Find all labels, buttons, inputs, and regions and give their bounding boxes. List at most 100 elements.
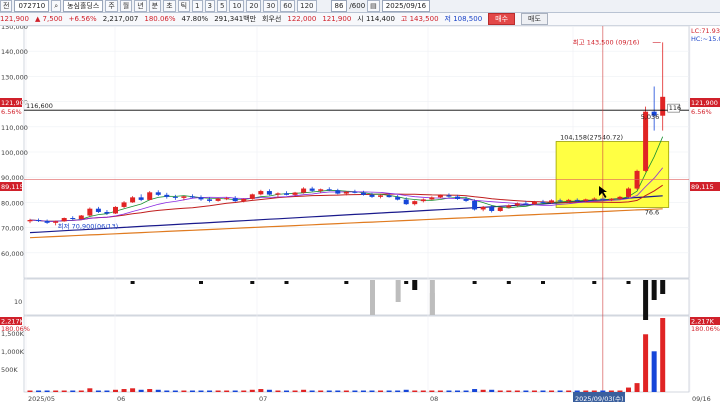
- interval-1-tab[interactable]: 1: [192, 0, 203, 12]
- count-field[interactable]: 86: [330, 0, 348, 12]
- time-tick-label: 08: [430, 395, 438, 403]
- price-tick-label: 90,000: [1, 174, 24, 182]
- period-year-tab[interactable]: 년: [134, 0, 147, 12]
- volume-bar: [583, 390, 589, 392]
- indicator-mark: [592, 281, 597, 284]
- volume-bar: [121, 389, 127, 392]
- price-tick-label: 130,000: [1, 73, 28, 81]
- volume-bar: [232, 390, 238, 392]
- period-tick-tab[interactable]: 틱: [177, 0, 191, 12]
- volume-bar: [369, 390, 375, 392]
- interval-20-tab[interactable]: 20: [246, 0, 262, 12]
- time-tick-label: 06: [117, 395, 125, 403]
- indicator-bar: [660, 280, 666, 294]
- stock-code-field[interactable]: 072710: [14, 0, 50, 12]
- volume-bar: [266, 389, 272, 392]
- candle-body: [189, 196, 195, 198]
- indicator-bar: [429, 293, 435, 315]
- candle-body: [608, 198, 614, 201]
- candle-body: [44, 221, 50, 223]
- candle-body: [395, 197, 401, 200]
- indicator-mark: [199, 281, 203, 284]
- volume-bar: [531, 390, 537, 392]
- price-tick-label: 150,000: [1, 26, 28, 31]
- buy-button[interactable]: 매수: [488, 13, 516, 25]
- time-axis: 2025/05 06 07 08 2025/09/03(수) 09/16: [28, 392, 711, 403]
- candle-body: [514, 203, 520, 206]
- date-field[interactable]: 2025/09/16: [381, 0, 431, 12]
- search-icon[interactable]: ⌕: [51, 0, 62, 12]
- candle-body: [27, 220, 33, 222]
- low-label: 저 108,500: [444, 15, 483, 23]
- volume-bar: [437, 390, 443, 392]
- volume-bar: [198, 390, 204, 392]
- box-label: 104,158(27540.72): [560, 134, 623, 142]
- candle-body: [523, 203, 529, 205]
- candle-body: [446, 195, 452, 197]
- volume-bar: [489, 389, 495, 392]
- volume-bar: [104, 390, 110, 392]
- candle-body: [583, 199, 589, 201]
- period-month-tab[interactable]: 월: [119, 0, 133, 12]
- candle-body: [549, 200, 555, 203]
- interval-120-tab[interactable]: 120: [297, 0, 317, 12]
- candle-body: [164, 194, 170, 197]
- interval-5-tab[interactable]: 5: [216, 0, 228, 12]
- volume-bar: [207, 390, 213, 392]
- period-second-tab[interactable]: 초: [163, 0, 176, 12]
- volume-bar: [360, 390, 366, 392]
- sell-button[interactable]: 매도: [521, 13, 548, 25]
- indicator-bar: [412, 280, 418, 290]
- volume-bar: [113, 389, 118, 392]
- bid-value: 121,900: [322, 15, 352, 23]
- interval-3-tab[interactable]: 3: [204, 0, 215, 12]
- volume-bar: [53, 390, 59, 392]
- volume-bar: [420, 390, 426, 392]
- indicator-mark: [541, 281, 545, 284]
- candle-body: [121, 202, 127, 207]
- price-tick-label: 100,000: [1, 149, 28, 157]
- menu-button[interactable]: 전: [0, 0, 13, 12]
- candle-body: [403, 199, 409, 205]
- calendar-icon[interactable]: ▤: [367, 0, 380, 12]
- indicator-mark: [506, 281, 511, 284]
- period-minute-tab[interactable]: 분: [148, 0, 162, 12]
- price-tick-label: 60,000: [1, 250, 24, 258]
- low-annotation: 최저 70,900(06/13): [58, 221, 119, 230]
- volume-bar: [95, 390, 101, 392]
- indicator-bar: [643, 280, 649, 320]
- candle-body: [489, 206, 495, 211]
- indicator-mark: [130, 281, 135, 284]
- interval-30-tab[interactable]: 30: [263, 0, 279, 12]
- volume-bar: [386, 390, 392, 392]
- volume-bar: [326, 390, 332, 392]
- highlight-box[interactable]: [555, 141, 670, 208]
- candle-body: [207, 199, 213, 201]
- interval-60-tab[interactable]: 60: [280, 0, 296, 12]
- toolbar: 전 072710 ⌕ 농심홀딩스 주 월 년 분 초 틱 1 3 5 10 20…: [0, 0, 720, 13]
- volume-bar: [249, 389, 255, 392]
- prev-label: 회우선: [262, 15, 282, 23]
- volume-bar: [70, 390, 76, 392]
- stock-name-field[interactable]: 농심홀딩스: [63, 0, 104, 12]
- candle-body: [258, 191, 264, 195]
- price-change-pct: +6.56%: [68, 15, 97, 23]
- price-chart[interactable]: 150,000140,000130,000120,000110,000100,0…: [0, 26, 720, 404]
- volume-bar: [301, 389, 307, 392]
- indicator-panel: [23, 278, 690, 316]
- volume-bar: [446, 390, 452, 392]
- candle-body: [437, 195, 443, 198]
- volume-bar: [147, 389, 153, 392]
- value-annotation-2: 76.6: [645, 208, 659, 216]
- indicator-axis-label: 10: [14, 298, 22, 306]
- interval-10-tab[interactable]: 10: [229, 0, 245, 12]
- volume-bar: [472, 389, 478, 392]
- candle-body: [480, 206, 486, 210]
- candle-body: [343, 191, 349, 194]
- period-week-tab[interactable]: 주: [105, 0, 118, 12]
- candle-body: [87, 208, 93, 216]
- candle-body: [626, 188, 631, 197]
- candle-body: [198, 197, 204, 200]
- volume-bar: [378, 390, 384, 392]
- candle-body: [591, 198, 597, 200]
